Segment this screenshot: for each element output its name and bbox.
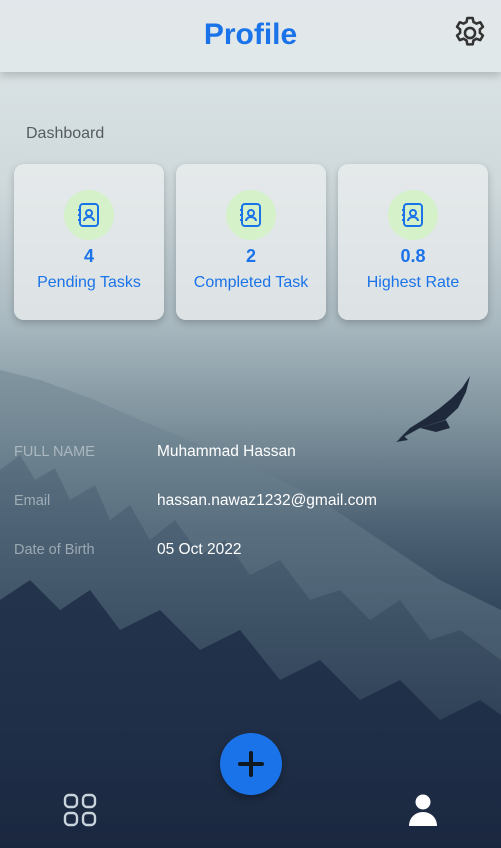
app-header: Profile [0,0,501,72]
grid-icon [63,793,97,827]
completed-task-label: Completed Task [193,274,309,291]
user-icon [409,794,437,826]
full-name-row: FULL NAME Muhammad Hassan [0,440,501,464]
contact-book-icon [388,190,438,240]
pending-tasks-card[interactable]: 4 Pending Tasks [14,164,164,320]
pending-tasks-value: 4 [83,246,94,266]
full-name-value: Muhammad Hassan [157,443,296,460]
settings-button[interactable] [451,14,489,52]
completed-task-value: 2 [245,246,256,266]
dob-row: Date of Birth 05 Oct 2022 [0,538,501,562]
contact-book-icon [226,190,276,240]
gear-icon [455,16,485,46]
email-label: Email [14,493,51,509]
add-task-button[interactable] [220,733,282,795]
dob-label: Date of Birth [14,542,95,558]
eagle-silhouette [396,376,470,442]
nav-profile-button[interactable] [403,790,443,830]
highest-rate-label: Highest Rate [366,274,460,291]
full-name-label: FULL NAME [14,444,95,460]
highest-rate-card[interactable]: 0.8 Highest Rate [338,164,488,320]
plus-icon [238,751,264,777]
stats-cards: 4 Pending Tasks 2 Completed Task 0.8 Hig… [14,164,488,320]
pending-tasks-label: Pending Tasks [37,274,141,291]
contact-book-icon [64,190,114,240]
highest-rate-value: 0.8 [400,246,426,266]
completed-task-card[interactable]: 2 Completed Task [176,164,326,320]
nav-dashboard-button[interactable] [60,790,100,830]
email-value: hassan.nawaz1232@gmail.com [157,492,377,509]
email-row: Email hassan.nawaz1232@gmail.com [0,489,501,513]
dashboard-label: Dashboard [26,125,105,142]
page-title: Profile [203,18,298,51]
dob-value: 05 Oct 2022 [157,541,242,558]
